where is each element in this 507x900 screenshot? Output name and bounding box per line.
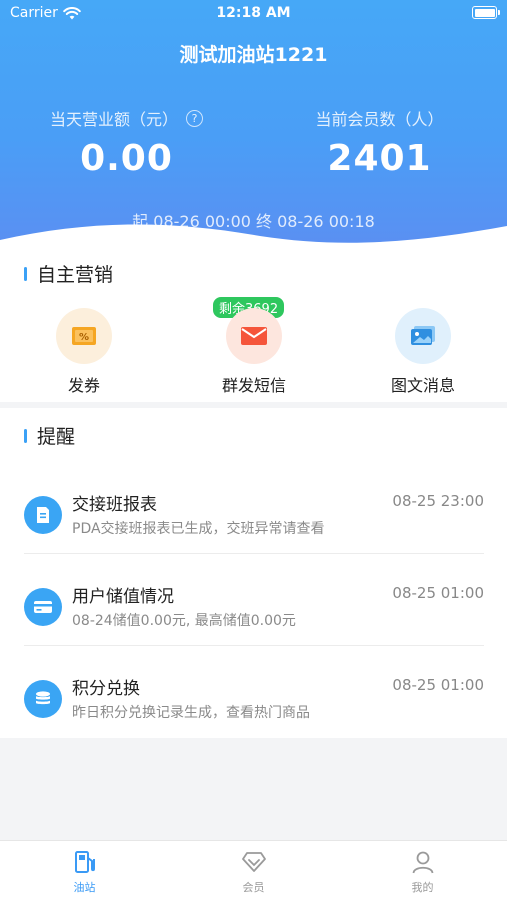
header: Carrier 12:18 AM 测试加油站1221 当天营业额（元） ? 0.…: [0, 0, 507, 250]
marketing-section: 自主营销 剩余3692 % 发券 群发短信: [0, 250, 507, 402]
marketing-item-coupon[interactable]: % 发券: [14, 308, 154, 396]
reminders-section-title: 提醒: [24, 422, 75, 449]
tab-members-label: 会员: [242, 881, 265, 894]
reminders-section: 提醒 交接班报表 08-25 23:00 PDA交接班报表已生成，交班异常请查看…: [0, 408, 507, 738]
reminder-time: 08-25 23:00: [392, 492, 484, 510]
tab-profile[interactable]: 我的: [338, 849, 507, 895]
tab-members[interactable]: 会员: [169, 849, 338, 895]
header-wave: [0, 224, 507, 250]
reminder-time: 08-25 01:00: [392, 584, 484, 602]
members-stat[interactable]: 当前会员数（人） 2401: [253, 106, 506, 179]
sms-label: 群发短信: [221, 376, 286, 395]
members-value: 2401: [327, 138, 432, 179]
marketing-section-title: 自主营销: [24, 260, 113, 287]
marketing-item-sms[interactable]: 群发短信: [184, 308, 324, 396]
reminder-title: 交接班报表: [72, 495, 157, 515]
coupon-label: 发券: [67, 376, 100, 395]
image-message-label: 图文消息: [390, 376, 455, 395]
help-icon[interactable]: ?: [186, 109, 203, 127]
reminder-title: 积分兑换: [72, 679, 140, 699]
reminder-shift-report[interactable]: 交接班报表 08-25 23:00 PDA交接班报表已生成，交班异常请查看: [24, 462, 484, 554]
title-accent-bar: [24, 266, 27, 281]
report-icon: [24, 496, 62, 534]
reminder-desc: PDA交接班报表已生成，交班异常请查看: [72, 521, 325, 537]
fuel-station-icon: [0, 849, 169, 875]
reminders-title: 提醒: [37, 426, 76, 448]
members-label: 当前会员数（人）: [315, 110, 444, 129]
reminder-desc: 昨日积分兑换记录生成，查看热门商品: [72, 705, 310, 721]
revenue-label: 当天营业额（元）: [49, 110, 178, 129]
card-icon: [24, 588, 62, 626]
tab-station-label: 油站: [73, 881, 96, 894]
title-accent-bar: [24, 428, 27, 443]
marketing-item-image-message[interactable]: 图文消息: [353, 308, 493, 396]
status-bar: Carrier 12:18 AM: [0, 0, 507, 28]
profile-icon: [338, 849, 507, 875]
revenue-value: 0.00: [80, 138, 173, 179]
envelope-icon: [226, 308, 282, 364]
reminder-desc: 08-24储值0.00元, 最高储值0.00元: [72, 613, 296, 629]
tab-station[interactable]: 油站: [0, 849, 169, 895]
battery-icon: [472, 6, 500, 19]
coupon-icon: %: [56, 308, 112, 364]
svg-text:%: %: [79, 332, 89, 343]
image-message-icon: [395, 308, 451, 364]
reminder-title: 用户储值情况: [72, 587, 174, 607]
tab-bar: 油站 会员 我的: [0, 840, 507, 900]
reminder-time: 08-25 01:00: [392, 676, 484, 694]
reminder-points-exchange[interactable]: 积分兑换 08-25 01:00 昨日积分兑换记录生成，查看热门商品: [24, 646, 484, 738]
coins-icon: [24, 680, 62, 718]
revenue-stat[interactable]: 当天营业额（元） ? 0.00: [0, 106, 253, 179]
reminder-stored-value[interactable]: 用户储值情况 08-25 01:00 08-24储值0.00元, 最高储值0.0…: [24, 554, 484, 646]
clock: 12:18 AM: [216, 5, 291, 21]
station-title[interactable]: 测试加油站1221: [0, 40, 507, 67]
members-label-row: 当前会员数（人）: [253, 106, 506, 130]
member-diamond-icon: [169, 849, 338, 875]
marketing-title: 自主营销: [37, 264, 114, 286]
revenue-label-row: 当天营业额（元） ?: [0, 106, 253, 130]
tab-profile-label: 我的: [411, 881, 434, 894]
